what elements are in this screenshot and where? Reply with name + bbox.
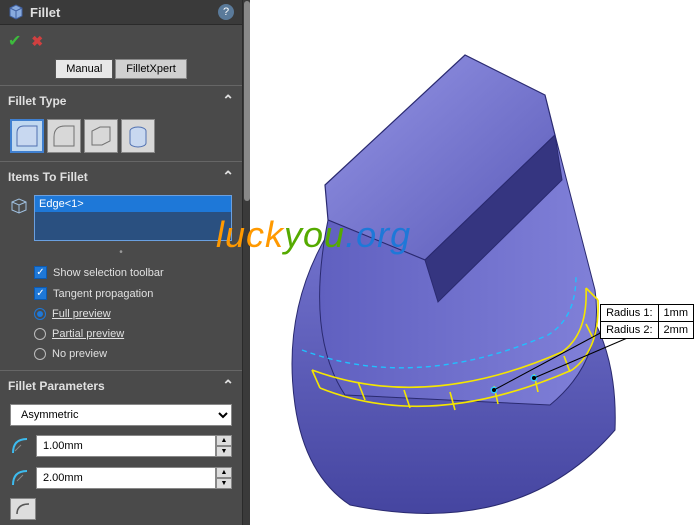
radius2-up[interactable]: ▲ — [216, 467, 232, 478]
cancel-button[interactable]: ✖ — [31, 33, 43, 50]
dimension-callouts: Radius 1: 1mm Radius 2: 2mm — [600, 304, 694, 339]
section-header-type[interactable]: Fillet Type ⌃ — [0, 86, 242, 115]
fillet-type-face[interactable] — [84, 119, 118, 153]
section-params: Fillet Parameters ⌃ Asymmetric ▲▼ ▲▼ — [0, 370, 242, 524]
fillet-type-full-round[interactable] — [121, 119, 155, 153]
radius1-up[interactable]: ▲ — [216, 435, 232, 446]
radio-full-preview[interactable] — [34, 308, 46, 320]
label-tangent: Tangent propagation — [53, 288, 153, 300]
radius2-down[interactable]: ▼ — [216, 478, 232, 489]
mode-tabs: Manual FilletXpert — [0, 57, 242, 85]
panel-header: Fillet ? — [0, 0, 242, 25]
3d-viewport[interactable]: Radius 1: 1mm Radius 2: 2mm — [250, 0, 700, 525]
label-full-preview: Full preview — [52, 308, 111, 320]
property-panel: Fillet ? ✔ ✖ Manual FilletXpert Fillet T… — [0, 0, 242, 525]
panel-title: Fillet — [30, 5, 218, 20]
section-items: Items To Fillet ⌃ Edge<1> • ✓ Show select… — [0, 161, 242, 370]
section-header-params[interactable]: Fillet Parameters ⌃ — [0, 371, 242, 400]
fillet-feature-icon — [8, 4, 24, 20]
checkbox-show-toolbar[interactable]: ✓ — [34, 266, 47, 279]
chevron-up-icon: ⌃ — [222, 377, 234, 394]
help-icon[interactable]: ? — [218, 4, 234, 20]
radio-no-preview[interactable] — [34, 348, 46, 360]
selection-list[interactable]: Edge<1> — [34, 195, 232, 241]
callout-r2-label: Radius 2: — [601, 322, 658, 339]
callout-r2-value[interactable]: 2mm — [658, 322, 693, 339]
section-title-items: Items To Fillet — [8, 170, 88, 184]
radius2-input[interactable] — [36, 467, 216, 489]
radius2-icon — [10, 468, 30, 488]
section-title-params: Fillet Parameters — [8, 379, 105, 393]
radius1-down[interactable]: ▼ — [216, 446, 232, 457]
radius1-icon — [10, 436, 30, 456]
chevron-up-icon: ⌃ — [222, 168, 234, 185]
label-partial-preview: Partial preview — [52, 328, 124, 340]
callout-r1-value[interactable]: 1mm — [658, 305, 693, 322]
fillet-type-constant[interactable] — [10, 119, 44, 153]
panel-scrollbar[interactable] — [242, 0, 250, 525]
profile-button[interactable] — [10, 498, 36, 520]
model-render — [250, 0, 700, 525]
label-no-preview: No preview — [52, 348, 107, 360]
action-row: ✔ ✖ — [0, 25, 242, 57]
resize-grip[interactable]: • — [0, 245, 242, 260]
label-show-toolbar: Show selection toolbar — [53, 267, 164, 279]
edge-selection-icon — [10, 197, 28, 215]
section-header-items[interactable]: Items To Fillet ⌃ — [0, 162, 242, 191]
callout-r1-label: Radius 1: — [601, 305, 658, 322]
chevron-up-icon: ⌃ — [222, 92, 234, 109]
radio-partial-preview[interactable] — [34, 328, 46, 340]
tab-filletxpert[interactable]: FilletXpert — [115, 59, 187, 79]
tab-manual[interactable]: Manual — [55, 59, 113, 79]
checkbox-tangent[interactable]: ✓ — [34, 287, 47, 300]
section-fillet-type: Fillet Type ⌃ — [0, 85, 242, 161]
radius1-input[interactable] — [36, 435, 216, 457]
ok-button[interactable]: ✔ — [8, 31, 21, 51]
fillet-mode-select[interactable]: Asymmetric — [10, 404, 232, 426]
section-title-type: Fillet Type — [8, 94, 66, 108]
profile-icon — [15, 502, 31, 516]
fillet-type-variable[interactable] — [47, 119, 81, 153]
selection-item[interactable]: Edge<1> — [35, 196, 231, 212]
